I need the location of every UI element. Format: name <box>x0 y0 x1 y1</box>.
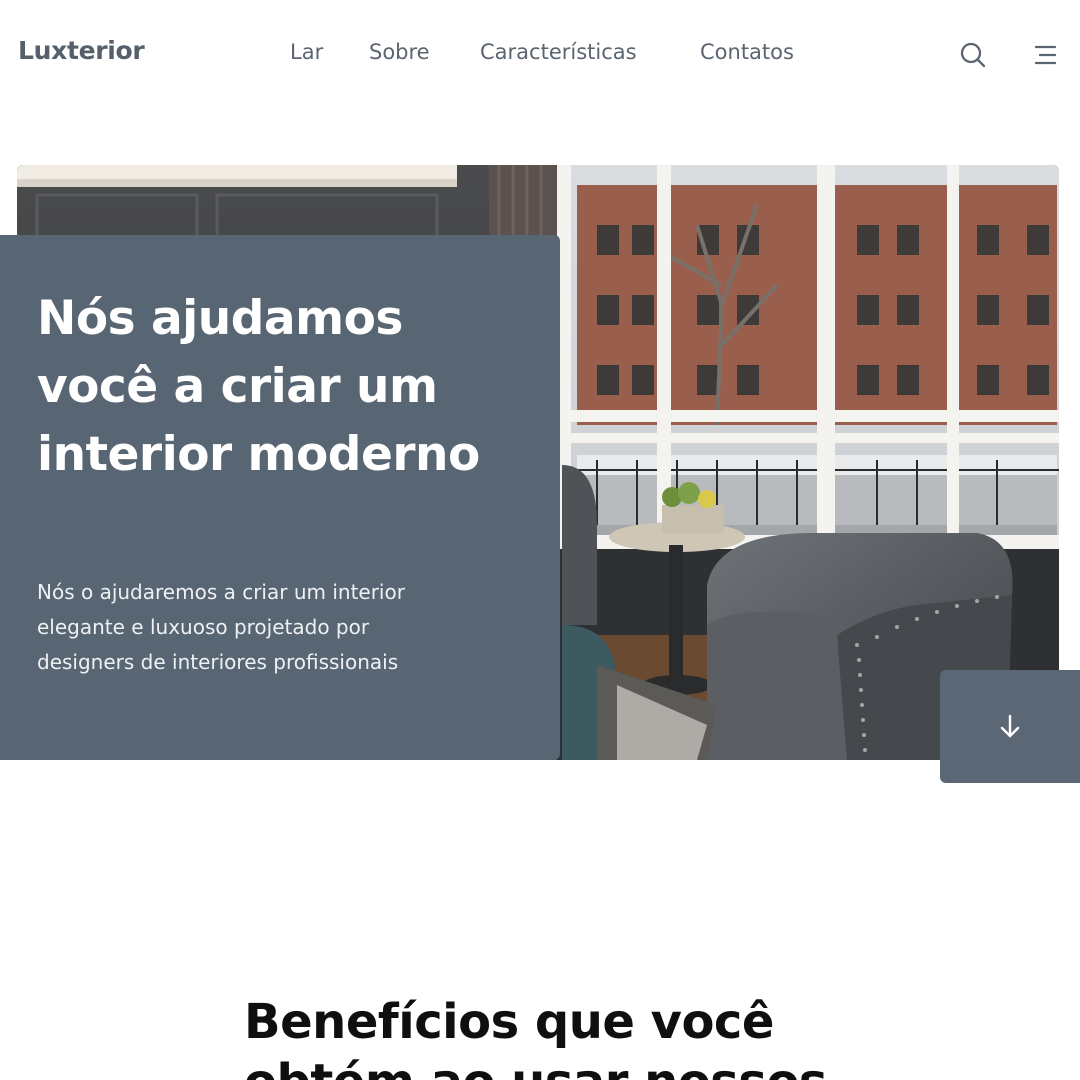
nav-link-contatos[interactable]: Contatos <box>700 40 794 64</box>
hero-description: Nós o ajudaremos a criar um interior ele… <box>37 580 405 674</box>
nav-link-sobre[interactable]: Sobre <box>369 40 430 64</box>
arrow-down-icon <box>1000 714 1020 737</box>
main-nav: Lar Sobre Características Contatos <box>0 40 1080 70</box>
benefits-title: Benefícios que você obtém ao usar nossos <box>244 994 828 1080</box>
nav-link-caracteristicas[interactable]: Características <box>480 40 637 64</box>
nav-link-lar[interactable]: Lar <box>290 40 323 64</box>
site-header: Luxterior Lar Sobre Características Cont… <box>0 0 1080 110</box>
hero-title: Nós ajudamos você a criar um interior mo… <box>37 291 480 482</box>
scroll-down-button[interactable] <box>940 670 1080 783</box>
menu-icon[interactable] <box>1030 41 1060 69</box>
hero-card: Nós ajudamos você a criar um interior mo… <box>0 235 560 760</box>
search-icon[interactable] <box>958 40 988 70</box>
